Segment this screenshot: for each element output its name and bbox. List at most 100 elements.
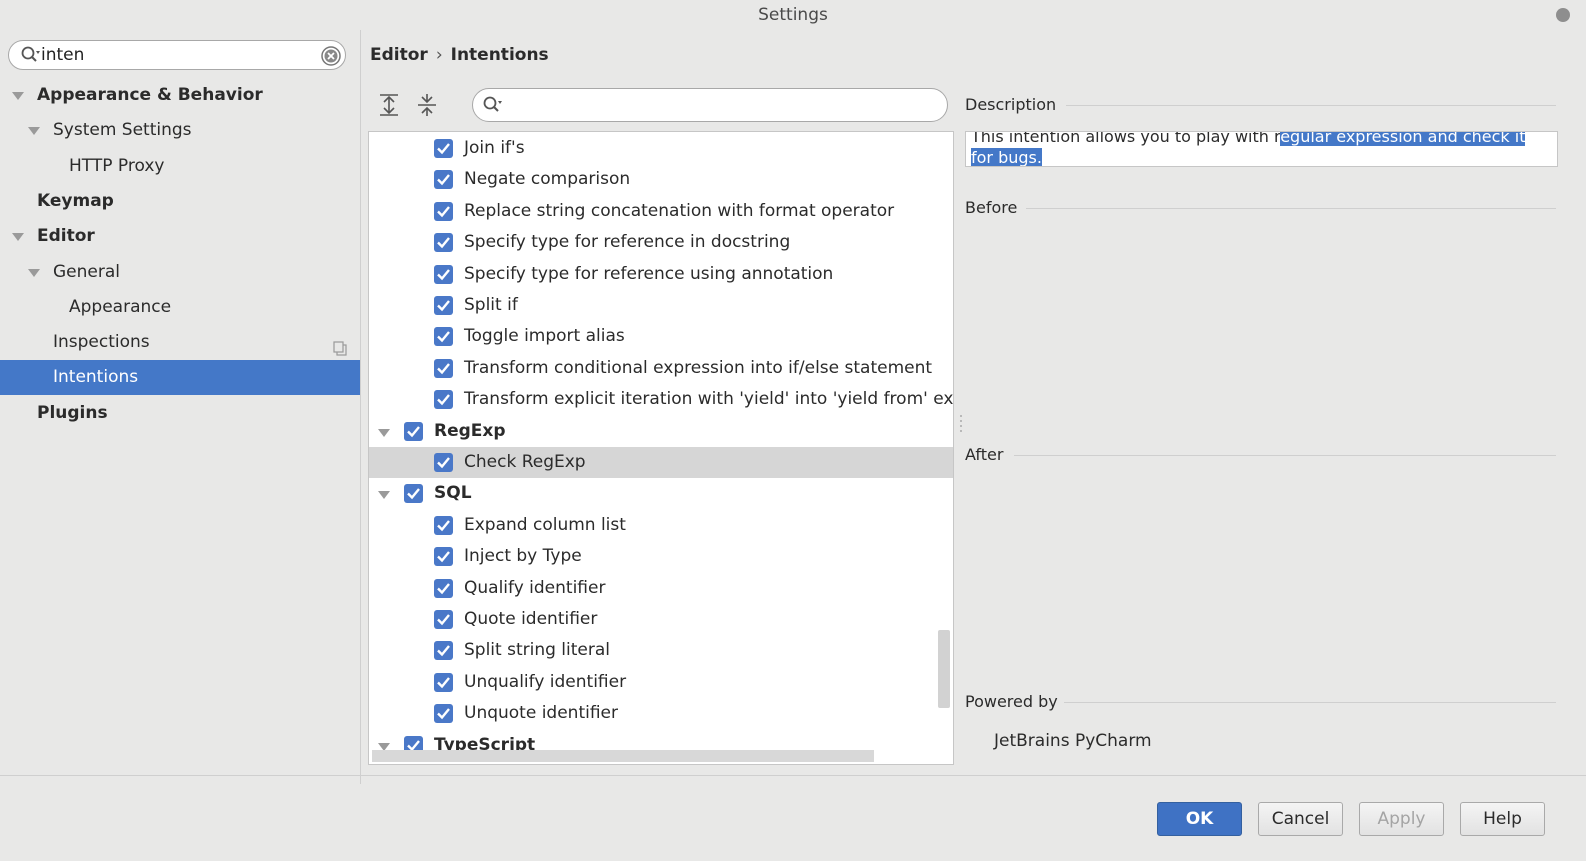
intention-row[interactable]: Join if's: [369, 133, 953, 164]
breadcrumb-parent[interactable]: Editor: [370, 45, 428, 65]
bottom-divider: [0, 775, 1586, 776]
sidebar-item-http-proxy[interactable]: HTTP Proxy: [0, 149, 360, 184]
window-title: Settings: [758, 5, 828, 25]
checkbox[interactable]: [434, 201, 453, 221]
collapse-all-icon[interactable]: [416, 93, 438, 117]
sidebar-item-label: Keymap: [37, 190, 114, 211]
checkbox[interactable]: [434, 264, 453, 284]
intention-label: Unqualify identifier: [464, 671, 627, 692]
expand-all-icon[interactable]: [378, 93, 400, 117]
checkbox[interactable]: [434, 704, 453, 724]
sidebar-item-keymap[interactable]: Keymap: [0, 184, 360, 219]
checkbox[interactable]: [434, 515, 453, 535]
intention-row[interactable]: Check RegExp: [369, 447, 953, 478]
description-box[interactable]: This intention allows you to play with r…: [965, 131, 1558, 167]
settings-search-input[interactable]: [41, 44, 311, 66]
cancel-button[interactable]: Cancel: [1258, 802, 1343, 836]
intention-label: SQL: [434, 483, 472, 504]
description-heading: Description: [965, 95, 1057, 114]
intention-row[interactable]: Toggle import alias: [369, 321, 953, 352]
expand-triangle-icon[interactable]: [11, 219, 25, 254]
sidebar-item-system-settings[interactable]: System Settings: [0, 113, 360, 148]
sidebar-item-label: System Settings: [53, 120, 192, 141]
expand-triangle-icon[interactable]: [27, 113, 41, 148]
checkbox[interactable]: [434, 170, 453, 190]
intention-row[interactable]: Transform conditional expression into if…: [369, 353, 953, 384]
intention-row[interactable]: Unqualify identifier: [369, 667, 953, 698]
checkbox[interactable]: [434, 610, 453, 629]
help-button[interactable]: Help: [1460, 802, 1545, 836]
apply-button[interactable]: Apply: [1359, 802, 1444, 836]
checkbox[interactable]: [434, 547, 453, 567]
sidebar-item-label: HTTP Proxy: [69, 155, 165, 176]
intention-row[interactable]: Transform explicit iteration with 'yield…: [369, 384, 953, 415]
checkbox[interactable]: [434, 358, 453, 378]
checkbox[interactable]: [434, 672, 453, 692]
sidebar-item-plugins[interactable]: Plugins: [0, 396, 360, 431]
intention-row[interactable]: Replace string concatenation with format…: [369, 196, 953, 227]
ok-button[interactable]: OK: [1157, 802, 1242, 836]
splitter-handle[interactable]: [958, 412, 964, 434]
expand-triangle-icon[interactable]: [27, 255, 41, 290]
intention-label: RegExp: [434, 420, 506, 441]
checkbox[interactable]: [434, 453, 453, 472]
checkbox[interactable]: [404, 421, 423, 441]
sidebar-item-label: Appearance: [69, 296, 172, 317]
sidebar-item-editor[interactable]: Editor: [0, 219, 360, 254]
intention-row[interactable]: Expand column list: [369, 510, 953, 541]
checkbox[interactable]: [434, 296, 453, 315]
sidebar-item-label: Inspections: [53, 332, 150, 353]
expand-triangle-icon[interactable]: [11, 78, 25, 113]
checkbox[interactable]: [434, 139, 453, 158]
intention-row[interactable]: Specify type for reference using annotat…: [369, 259, 953, 290]
intention-label: Split string literal: [464, 640, 611, 661]
intention-row[interactable]: Negate comparison: [369, 164, 953, 195]
intentions-filter-box[interactable]: [472, 88, 948, 122]
intention-row[interactable]: Inject by Type: [369, 541, 953, 572]
sidebar-item-general[interactable]: General: [0, 255, 360, 290]
checkbox[interactable]: [434, 327, 453, 347]
intention-row[interactable]: Quote identifier: [369, 604, 953, 635]
checkbox[interactable]: [434, 578, 453, 598]
intention-label: Replace string concatenation with format…: [464, 200, 895, 221]
expand-triangle-icon[interactable]: [377, 416, 391, 447]
sidebar-item-appearance-behavior[interactable]: Appearance & Behavior: [0, 78, 360, 113]
sidebar-item-label: Intentions: [53, 367, 139, 388]
before-heading: Before: [965, 198, 1018, 217]
sidebar-item-label: Appearance & Behavior: [37, 85, 263, 105]
checkbox[interactable]: [434, 233, 453, 253]
breadcrumb-current: Intentions: [450, 45, 549, 65]
horizontal-scrollbar[interactable]: [372, 750, 874, 762]
intention-label: Qualify identifier: [464, 577, 606, 598]
filter-search-icon: [483, 96, 503, 114]
sidebar-item-intentions[interactable]: Intentions: [0, 360, 360, 396]
checkbox[interactable]: [404, 484, 423, 504]
intention-label: Toggle import alias: [464, 326, 625, 347]
intention-row[interactable]: Split if: [369, 290, 953, 321]
vertical-scrollbar[interactable]: [938, 630, 950, 708]
clear-search-icon[interactable]: [321, 46, 341, 66]
after-divider: [1014, 455, 1556, 456]
checkbox[interactable]: [434, 641, 453, 661]
intentions-filter-input[interactable]: [507, 94, 927, 116]
intention-row[interactable]: Specify type for reference in docstring: [369, 227, 953, 258]
settings-search-box[interactable]: [8, 40, 346, 70]
intention-row[interactable]: Split string literal: [369, 635, 953, 666]
sidebar-item-appearance[interactable]: Appearance: [0, 290, 360, 325]
intention-label: Transform conditional expression into if…: [464, 357, 933, 378]
sidebar-item-inspections[interactable]: Inspections: [0, 325, 360, 360]
intention-row[interactable]: Qualify identifier: [369, 573, 953, 604]
intention-label: Quote identifier: [464, 609, 598, 629]
sidebar-item-label: Plugins: [37, 402, 108, 423]
expand-triangle-icon[interactable]: [377, 478, 391, 509]
window-close-icon[interactable]: [1556, 8, 1570, 22]
intention-label: Unquote identifier: [464, 703, 619, 724]
powered-by-name: JetBrains PyCharm: [994, 731, 1152, 751]
search-icon: [21, 46, 40, 64]
intention-row[interactable]: Unquote identifier: [369, 698, 953, 729]
intention-group-row[interactable]: SQL: [369, 478, 953, 509]
intentions-tree: Join if's Negate comparison Replace string…: [368, 131, 954, 765]
checkbox[interactable]: [434, 390, 453, 410]
intention-group-row[interactable]: RegExp: [369, 416, 953, 447]
intention-label: Join if's: [464, 138, 525, 158]
